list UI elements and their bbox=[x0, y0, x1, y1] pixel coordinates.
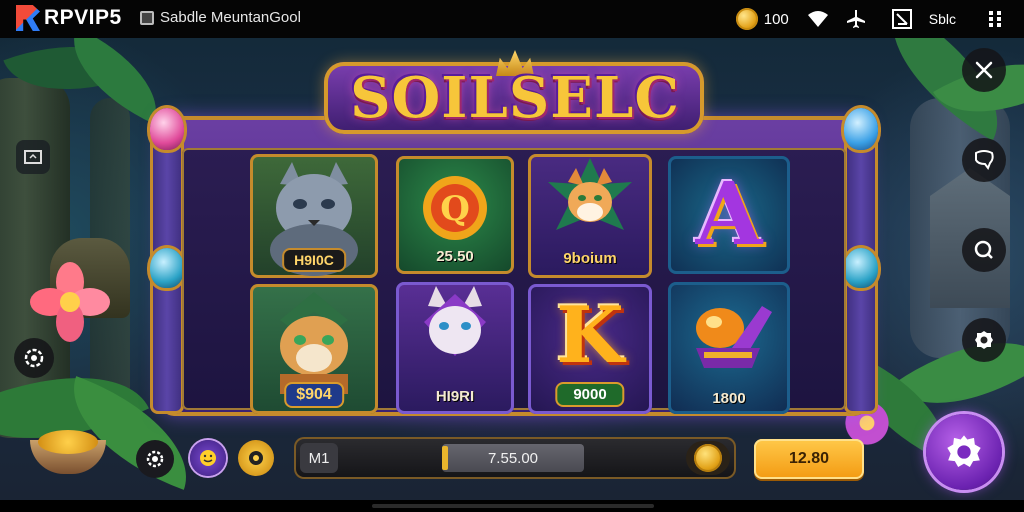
tile-label: HI9RI bbox=[435, 388, 475, 405]
info-side-button[interactable] bbox=[14, 338, 54, 378]
symbol-tiger[interactable]: $904 bbox=[250, 284, 378, 414]
target-button[interactable] bbox=[238, 440, 274, 476]
coin-icon bbox=[735, 8, 758, 30]
bet-amount-field[interactable]: 7.55.00 bbox=[442, 444, 584, 472]
tile-label: $904 bbox=[286, 384, 342, 406]
purple-a-letter: A bbox=[695, 164, 763, 265]
brand-r-icon bbox=[16, 5, 40, 31]
close-icon bbox=[975, 61, 993, 79]
status-bar: RPVIP5 Sabdle MeuntanGool 100 Sblc bbox=[0, 0, 1024, 38]
chat-button[interactable] bbox=[962, 138, 1006, 182]
screen-toggle-button[interactable] bbox=[16, 140, 50, 174]
settings-side-button[interactable] bbox=[962, 318, 1006, 362]
more-icon[interactable] bbox=[984, 8, 1006, 30]
airplane-icon bbox=[845, 8, 867, 30]
checkbox-icon[interactable] bbox=[891, 8, 913, 30]
svg-text:Q: Q bbox=[440, 189, 470, 229]
symbol-grey-cat[interactable]: H9I0C bbox=[250, 154, 378, 278]
symbol-gold-k[interactable]: K 9000 bbox=[528, 284, 652, 414]
tile-label: 25.50 bbox=[436, 248, 474, 265]
game-logo: SOILSELC bbox=[300, 50, 730, 142]
search-icon bbox=[974, 240, 993, 259]
wifi-icon bbox=[807, 8, 829, 30]
gear-outline-icon bbox=[146, 450, 164, 468]
status-right: 100 Sblc bbox=[735, 7, 1006, 31]
gear-icon bbox=[975, 331, 993, 349]
symbol-purple-a[interactable]: A bbox=[668, 156, 790, 274]
tile-label: 9boium bbox=[563, 250, 617, 267]
spin-button[interactable]: 12.80 bbox=[754, 439, 864, 479]
bet-bar: M1 7.55.00 bbox=[294, 437, 736, 479]
brand-name: RPVIP5 bbox=[44, 6, 122, 29]
coin-button[interactable] bbox=[686, 441, 730, 475]
settings-small-button[interactable] bbox=[136, 440, 174, 478]
symbol-lynx[interactable]: HI9RI bbox=[396, 282, 514, 414]
coin-balance: 100 bbox=[763, 10, 789, 28]
gold-k-letter: K bbox=[556, 290, 624, 381]
bet-mode-button[interactable]: M1 bbox=[300, 443, 338, 473]
gear-small-icon bbox=[24, 348, 44, 368]
tile-label: 1800 bbox=[712, 390, 746, 407]
status-label: Sblc bbox=[928, 11, 956, 27]
home-indicator[interactable] bbox=[372, 504, 654, 508]
slot-machine: H9I0C $904 Q 25.50 HI9RI 9boium K 9000 A… bbox=[150, 108, 878, 426]
target-icon bbox=[249, 451, 263, 465]
game-title: Sabdle MeuntanGool bbox=[140, 9, 301, 26]
symbol-coin-q[interactable]: Q 25.50 bbox=[396, 156, 514, 274]
blue-gem-decoration bbox=[844, 108, 878, 150]
flower-decoration bbox=[30, 262, 110, 342]
coin-icon bbox=[694, 444, 722, 472]
search-button[interactable] bbox=[962, 228, 1006, 272]
reel-grid: H9I0C $904 Q 25.50 HI9RI 9boium K 9000 A… bbox=[182, 148, 846, 414]
settings-button[interactable] bbox=[926, 414, 1002, 490]
game-icon bbox=[140, 10, 154, 25]
game-logo-title: SOILSELC bbox=[350, 65, 680, 131]
gear-icon bbox=[947, 435, 981, 467]
smiley-icon bbox=[200, 450, 216, 466]
symbol-treasure[interactable]: 1800 bbox=[668, 282, 790, 414]
game-title-text: Sabdle MeuntanGool bbox=[160, 9, 301, 26]
symbol-fox[interactable]: 9boium bbox=[528, 154, 652, 278]
gold-nuggets-bowl[interactable] bbox=[30, 428, 106, 474]
brand-logo[interactable]: RPVIP5 bbox=[16, 5, 122, 31]
speech-bubble-icon bbox=[975, 150, 994, 171]
smile-button[interactable] bbox=[190, 440, 226, 476]
screen-icon bbox=[24, 150, 42, 164]
tile-label: H9I0C bbox=[284, 250, 344, 270]
close-button[interactable] bbox=[962, 48, 1006, 92]
pink-gem-decoration bbox=[150, 108, 184, 150]
tile-label: 9000 bbox=[557, 384, 623, 405]
bet-slider-handle[interactable] bbox=[442, 446, 448, 470]
